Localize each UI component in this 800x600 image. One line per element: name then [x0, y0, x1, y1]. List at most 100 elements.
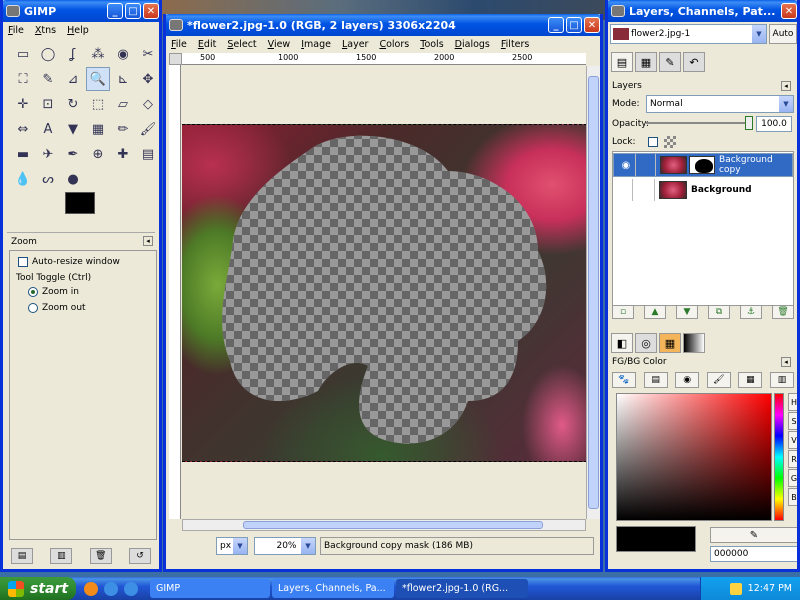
- taskbar-item-gimp[interactable]: GIMP: [150, 579, 270, 598]
- chevron-down-icon[interactable]: ▼: [752, 25, 766, 43]
- eye-icon[interactable]: ◉: [617, 154, 636, 176]
- zoom-out-option[interactable]: Zoom out: [28, 303, 86, 313]
- vertical-scrollbar[interactable]: [586, 66, 600, 519]
- close-button[interactable]: ✕: [781, 3, 797, 19]
- smudge-icon[interactable]: ᔕ: [36, 167, 60, 191]
- menu-filters[interactable]: Filters: [501, 39, 530, 50]
- dodge-burn-icon[interactable]: ●: [61, 167, 85, 191]
- blur-icon[interactable]: 💧: [11, 167, 35, 191]
- airbrush-icon[interactable]: ✈: [36, 142, 60, 166]
- heal-icon[interactable]: ✚: [111, 142, 135, 166]
- menu-colors[interactable]: Colors: [379, 39, 409, 50]
- horizontal-scroll-thumb[interactable]: [243, 521, 543, 529]
- scissors-icon[interactable]: ✂: [136, 42, 159, 66]
- color-picker-icon[interactable]: ⊿: [61, 67, 85, 91]
- foreground-select-icon[interactable]: ⛶: [11, 67, 35, 91]
- color-picker-button[interactable]: ✎: [710, 527, 797, 543]
- menu-file[interactable]: File: [171, 39, 187, 50]
- chevron-down-icon[interactable]: ▼: [233, 538, 247, 554]
- clone-icon[interactable]: ⊕: [86, 142, 110, 166]
- rotate-icon[interactable]: ↻: [61, 92, 85, 116]
- delete-layer-button[interactable]: 🗑: [772, 305, 794, 319]
- align-icon[interactable]: ✛: [11, 92, 35, 116]
- auto-resize-checkbox[interactable]: [18, 257, 28, 267]
- text-icon[interactable]: A: [36, 117, 60, 141]
- taskbar-item-flower2[interactable]: *flower2.jpg-1.0 (RG...: [396, 579, 528, 598]
- triangle-selector-button[interactable]: ◉: [675, 372, 700, 388]
- close-button[interactable]: ✕: [584, 17, 600, 33]
- firefox-icon[interactable]: [84, 581, 98, 596]
- channel-h-button[interactable]: H: [788, 393, 797, 411]
- flower-image[interactable]: [182, 124, 586, 462]
- magic-wand-icon[interactable]: ⁂: [86, 42, 110, 66]
- fg-bg-colors[interactable]: [65, 192, 111, 228]
- lower-layer-button[interactable]: ▼: [676, 305, 698, 319]
- menu-file[interactable]: File: [8, 25, 24, 36]
- tab-patterns[interactable]: ▦: [659, 333, 681, 353]
- vertical-ruler[interactable]: [169, 65, 181, 519]
- reset-options-button[interactable]: ↺: [128, 548, 151, 564]
- palette-selector-button[interactable]: ▥: [769, 372, 794, 388]
- pencil-icon[interactable]: ✏: [111, 117, 135, 141]
- duplicate-layer-button[interactable]: ⧉: [708, 305, 730, 319]
- menu-layer[interactable]: Layer: [342, 39, 369, 50]
- canvas[interactable]: [182, 66, 586, 519]
- channel-r-button[interactable]: R: [788, 450, 797, 468]
- toolbox-titlebar[interactable]: GIMP _ □ ✕: [3, 0, 159, 22]
- rect-select-icon[interactable]: ▭: [11, 42, 35, 66]
- close-button[interactable]: ✕: [143, 3, 159, 19]
- horizontal-ruler[interactable]: 500 1000 1500 2000 2500: [182, 53, 586, 65]
- opacity-slider-track[interactable]: [646, 122, 750, 124]
- zoom-out-radio[interactable]: [28, 303, 38, 313]
- eye-toggle-off[interactable]: [613, 179, 633, 201]
- image-selector[interactable]: flower2.jpg-1 ▼: [610, 24, 767, 44]
- chain-link-toggle[interactable]: [636, 154, 657, 176]
- tab-channels[interactable]: ▦: [635, 52, 657, 72]
- save-options-button[interactable]: ▤: [11, 548, 33, 564]
- unit-select[interactable]: px ▼: [216, 537, 248, 555]
- chevron-down-icon[interactable]: ▼: [301, 538, 315, 554]
- zoom-select[interactable]: 20% ▼: [254, 537, 316, 555]
- messenger-icon[interactable]: [124, 581, 138, 596]
- fgbg-menu-icon[interactable]: ◂: [781, 357, 791, 367]
- zoom-in-option[interactable]: Zoom in: [28, 287, 79, 297]
- perspective-icon[interactable]: ◇: [136, 92, 159, 116]
- color-select-icon[interactable]: ◉: [111, 42, 135, 66]
- tool-options-menu-icon[interactable]: ◂: [143, 236, 153, 246]
- restore-options-button[interactable]: ▥: [50, 548, 73, 564]
- zoom-in-radio[interactable]: [28, 287, 38, 297]
- paths-icon[interactable]: ✎: [36, 67, 60, 91]
- menu-select[interactable]: Select: [227, 39, 256, 50]
- menu-xtns[interactable]: Xtns: [35, 25, 56, 36]
- horizontal-scrollbar[interactable]: [182, 519, 586, 531]
- start-button[interactable]: start: [0, 577, 76, 600]
- tab-brushes[interactable]: ◎: [635, 333, 657, 353]
- color-square[interactable]: [616, 393, 772, 521]
- ellipse-select-icon[interactable]: ◯: [36, 42, 60, 66]
- dock-titlebar[interactable]: Layers, Channels, Pat... ✕: [608, 0, 797, 22]
- channel-g-button[interactable]: G: [788, 469, 797, 487]
- channel-b-button[interactable]: B: [788, 488, 797, 506]
- menu-help[interactable]: Help: [67, 25, 89, 36]
- shear-icon[interactable]: ▱: [111, 92, 135, 116]
- mode-select[interactable]: Normal ▼: [646, 95, 794, 113]
- anchor-layer-button[interactable]: ⚓: [740, 305, 762, 319]
- move-icon[interactable]: ✥: [136, 67, 159, 91]
- menu-view[interactable]: View: [268, 39, 291, 50]
- maximize-button[interactable]: □: [125, 3, 141, 19]
- vertical-scroll-thumb[interactable]: [588, 76, 599, 509]
- tab-layers[interactable]: ▤: [611, 52, 633, 72]
- auto-button[interactable]: Auto: [769, 24, 797, 44]
- flip-icon[interactable]: ⇔: [11, 117, 35, 141]
- menu-tools[interactable]: Tools: [420, 39, 443, 50]
- bucket-fill-icon[interactable]: ▼: [61, 117, 85, 141]
- blend-icon[interactable]: ▦: [86, 117, 110, 141]
- delete-options-button[interactable]: 🗑: [89, 548, 112, 564]
- hue-strip[interactable]: [774, 393, 784, 521]
- current-color-swatch[interactable]: [616, 526, 696, 552]
- chain-link-toggle[interactable]: [633, 179, 655, 201]
- tab-fg-bg-color[interactable]: ◧: [611, 333, 633, 353]
- opacity-value[interactable]: 100.0: [756, 116, 792, 132]
- foreground-color-swatch[interactable]: [65, 192, 95, 214]
- layers-menu-icon[interactable]: ◂: [781, 81, 791, 91]
